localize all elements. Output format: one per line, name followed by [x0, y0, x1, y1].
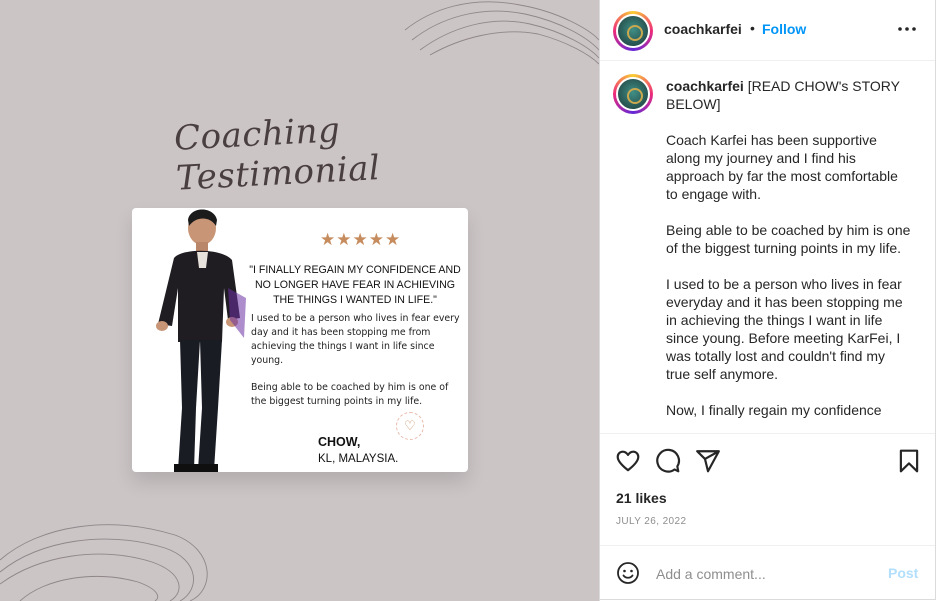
caption-first-line: coachkarfei [READ CHOW's STORY BELOW]	[666, 77, 911, 113]
header-username[interactable]: coachkarfei	[664, 21, 742, 37]
bookmark-icon[interactable]	[896, 448, 922, 474]
testimonial-body: I used to be a person who lives in fear …	[251, 312, 461, 422]
more-horizontal-icon[interactable]	[896, 18, 918, 40]
heart-icon[interactable]	[615, 448, 641, 474]
rating-stars: ★★★★★	[320, 230, 402, 249]
testimonial-paragraph: Being able to be coached by him is one o…	[251, 382, 449, 407]
avatar[interactable]	[613, 74, 653, 114]
like-count[interactable]: 21 likes	[616, 490, 667, 506]
caption-area[interactable]: coachkarfei [READ CHOW's STORY BELOW] Co…	[600, 61, 935, 434]
testimonial-location: KL, MALAYSIA.	[318, 453, 399, 465]
comment-icon[interactable]	[655, 448, 681, 474]
person-figure	[156, 209, 246, 472]
post-side-panel: coachkarfei • Follow coachkarfei [READ C…	[600, 0, 936, 600]
testimonial-card: ★★★★★ "I FINALLY REGAIN MY CONFIDENCE AN…	[132, 208, 468, 472]
action-bar	[600, 434, 935, 484]
caption-text: coachkarfei [READ CHOW's STORY BELOW] Co…	[666, 77, 911, 433]
caption-paragraph: Coach Karfei has been supportive along m…	[666, 132, 898, 202]
comment-bar: Post	[600, 545, 935, 600]
script-title: Coaching Testimonial	[173, 110, 382, 199]
heart-badge-icon: ♡	[396, 412, 424, 440]
post-image: Coaching Testimonial ★★★★★ "I FINALLY RE…	[0, 0, 600, 601]
share-icon[interactable]	[695, 448, 721, 474]
caption-paragraph: I used to be a person who lives in fear …	[666, 276, 903, 382]
testimonial-quote: "I FINALLY REGAIN MY CONFIDENCE AND NO L…	[249, 264, 461, 306]
post-date[interactable]: JULY 26, 2022	[616, 516, 686, 527]
emoji-icon[interactable]	[616, 561, 640, 585]
testimonial-paragraph: I used to be a person who lives in fear …	[251, 313, 460, 366]
separator-dot: •	[750, 20, 755, 36]
follow-button[interactable]: Follow	[762, 21, 806, 37]
caption-username[interactable]: coachkarfei	[666, 78, 744, 94]
caption-paragraph: Now, I finally regain my confidence	[666, 402, 882, 418]
avatar[interactable]	[613, 11, 653, 51]
post-header: coachkarfei • Follow	[600, 0, 935, 61]
testimonial-author: CHOW,	[318, 435, 361, 449]
comment-input[interactable]	[654, 560, 878, 588]
post-comment-button[interactable]: Post	[888, 565, 918, 581]
caption-paragraph: Being able to be coached by him is one o…	[666, 222, 911, 256]
